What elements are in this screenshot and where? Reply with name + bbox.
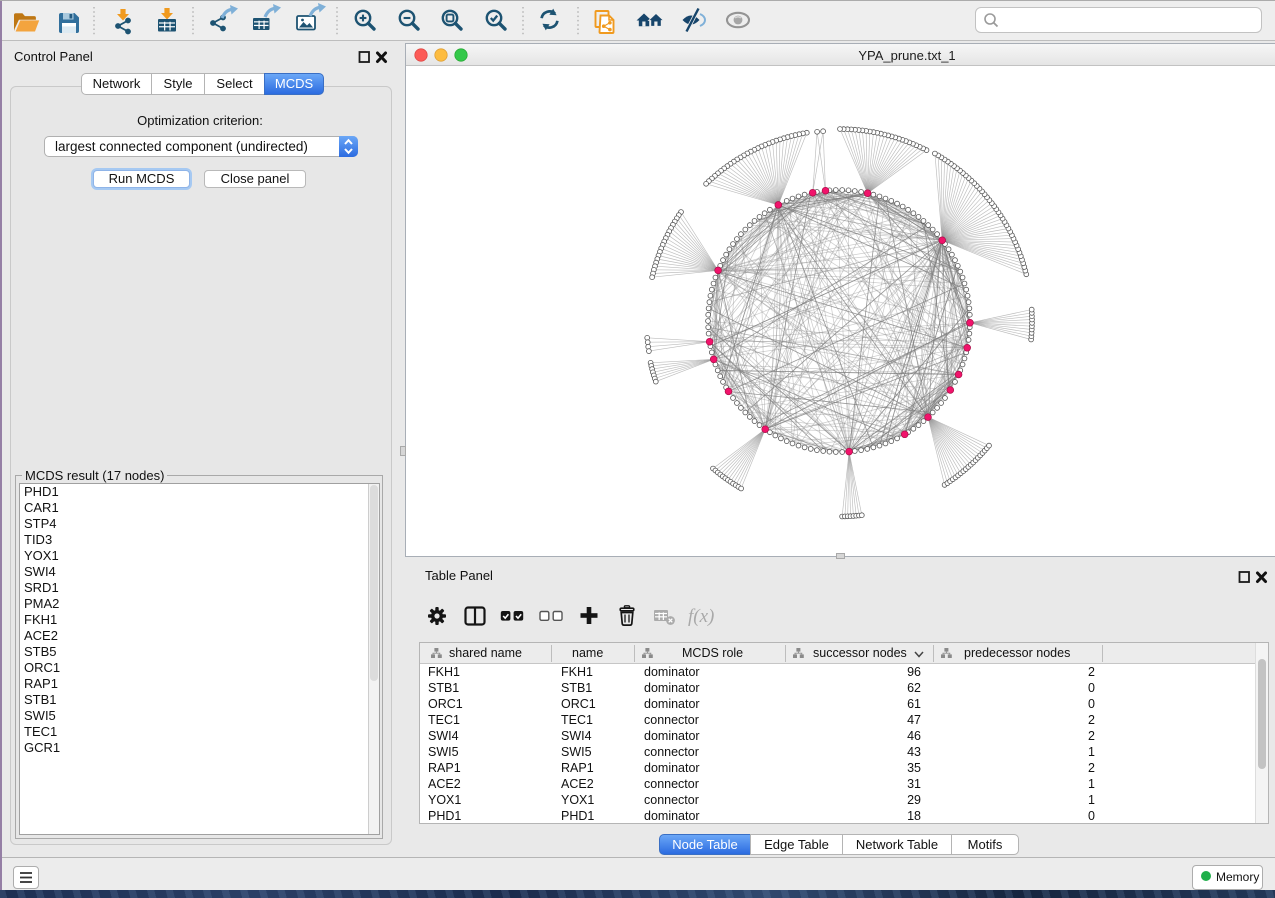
svg-text:f(x): f(x)	[688, 606, 714, 627]
